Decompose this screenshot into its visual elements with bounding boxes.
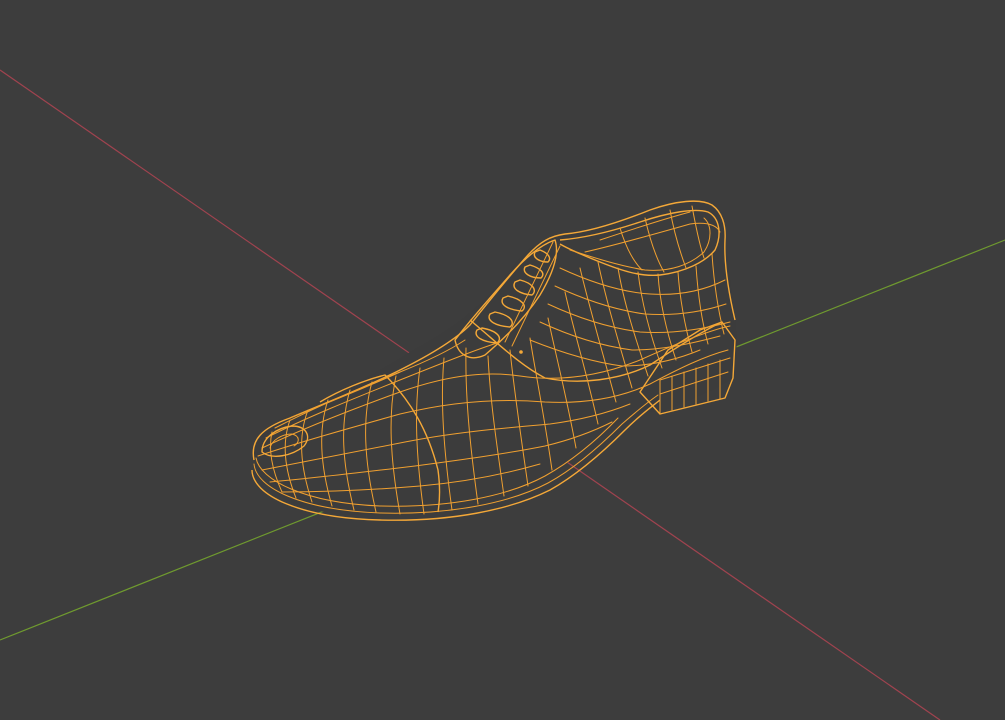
shoe-wireframe-mesh[interactable] xyxy=(251,200,737,521)
shoe-body-fill xyxy=(254,201,737,515)
3d-viewport[interactable] xyxy=(0,0,1005,720)
origin-point[interactable] xyxy=(519,350,523,354)
viewport-canvas[interactable] xyxy=(0,0,1005,720)
